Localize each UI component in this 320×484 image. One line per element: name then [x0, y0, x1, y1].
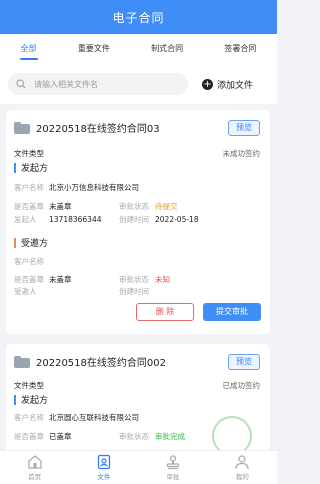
search-placeholder: 请输入相关文件名: [34, 79, 98, 89]
section-label: 发起方: [21, 164, 49, 174]
approval-value: 审批完成: [155, 432, 185, 441]
contract-card[interactable]: 20220518在线签约合同002 预览 文件类型 已成功签约 发起方 客户名称…: [6, 344, 270, 454]
card-header: 20220518在线签约合同03: [14, 120, 160, 135]
stamp-label: 是否盖章: [14, 275, 44, 284]
approval-value: 未知: [155, 275, 170, 284]
recipient-customer-row: 客户名称: [14, 256, 262, 267]
nav-home[interactable]: 首页: [10, 454, 60, 481]
tab-bar: 全部 重要文件 制式合同 签署合同: [0, 34, 277, 64]
file-type-label: 文件类型: [14, 149, 44, 158]
tab-standard-contracts[interactable]: 制式合同: [147, 34, 187, 64]
approval-value: 待提交: [155, 202, 178, 211]
stamp-value: 未盖章: [49, 202, 72, 211]
initiator-section-title: 发起方: [14, 161, 48, 174]
user-icon: [235, 455, 249, 470]
tab-all[interactable]: 全部: [17, 34, 41, 64]
search-bar: 请输入相关文件名 + 添加文件: [0, 64, 277, 104]
tab-signed-contracts[interactable]: 签署合同: [220, 34, 260, 64]
page-title: 电子合同: [112, 10, 165, 25]
recipient-invitee-row: 受邀人 创建时间: [14, 286, 262, 297]
initiator-row: 发起人 13718366344 创建时间 2022-05-18: [14, 214, 262, 225]
customer-label: 客户名称: [14, 257, 44, 266]
folder-icon: [14, 121, 30, 134]
section-marker: [14, 162, 16, 173]
home-icon: [28, 455, 42, 469]
approved-stamp-icon: [212, 416, 252, 454]
nav-label: 首页: [28, 473, 42, 481]
initiator-label: 发起人: [14, 215, 37, 224]
recipient-section-title: 受邀方: [14, 236, 48, 249]
customer-name: 北京圆心互联科技有限公司: [49, 413, 139, 422]
nav-files[interactable]: 文件: [79, 454, 129, 481]
nav-label: 文件: [97, 473, 111, 481]
preview-button[interactable]: 预览: [228, 354, 260, 370]
created-value: 2022-05-18: [155, 215, 199, 224]
nav-label: 我的: [235, 473, 249, 481]
stamp-value: 已盖章: [49, 432, 72, 441]
customer-label: 客户名称: [14, 183, 44, 192]
customer-label: 客户名称: [14, 413, 44, 422]
created-label: 创建时间: [119, 287, 149, 296]
add-file-button[interactable]: + 添加文件: [202, 78, 253, 91]
approval-label: 审批状态: [119, 202, 149, 211]
recipient-stamp-row: 是否盖章 未盖章 审批状态 未知: [14, 274, 262, 285]
customer-row: 客户名称 北京小万信息科技有限公司: [14, 182, 262, 193]
stamp-icon: [167, 455, 180, 470]
customer-name: 北京小万信息科技有限公司: [49, 183, 139, 192]
tab-important[interactable]: 重要文件: [74, 34, 114, 64]
approval-label: 审批状态: [119, 432, 149, 441]
preview-button[interactable]: 预览: [228, 120, 260, 136]
bottom-nav: 首页 文件 审批 我的: [0, 450, 277, 484]
initiator-phone: 13718366344: [49, 215, 102, 224]
stamp-label: 是否盖章: [14, 202, 44, 211]
invitee-label: 受邀人: [14, 287, 37, 296]
approval-label: 审批状态: [119, 275, 149, 284]
sign-status: 已成功签约: [222, 381, 261, 390]
stamp-label: 是否盖章: [14, 432, 44, 441]
add-file-label: 添加文件: [217, 80, 254, 91]
initiator-section-title: 发起方: [14, 393, 48, 406]
stamp-approval-row: 是否盖章 未盖章 审批状态 待提交: [14, 201, 262, 212]
plus-icon: +: [202, 78, 213, 90]
sign-status: 未成功签约: [222, 149, 261, 158]
nav-label: 审批: [166, 473, 180, 481]
created-label: 创建时间: [119, 215, 149, 224]
submit-approval-button[interactable]: 提交审批: [203, 303, 261, 321]
contract-card[interactable]: 20220518在线签约合同03 预览 文件类型 未成功签约 发起方 客户名称 …: [6, 110, 270, 334]
folder-icon: [14, 355, 30, 368]
section-marker: [14, 394, 16, 405]
section-label: 受邀方: [21, 239, 49, 249]
file-type-label: 文件类型: [14, 381, 44, 390]
section-marker: [14, 237, 16, 248]
stamp-value: 未盖章: [49, 275, 72, 284]
file-icon: [97, 454, 111, 470]
delete-button[interactable]: 删 除: [136, 303, 194, 321]
card-header: 20220518在线签约合同002: [14, 354, 166, 369]
contract-title: 20220518在线签约合同03: [36, 124, 160, 135]
nav-profile[interactable]: 我的: [217, 454, 267, 481]
nav-approval[interactable]: 审批: [148, 454, 198, 481]
search-input[interactable]: 请输入相关文件名: [8, 73, 188, 95]
app-title-bar: 电子合同: [0, 0, 277, 34]
contract-title: 20220518在线签约合同002: [36, 358, 166, 369]
section-label: 发起方: [21, 396, 49, 406]
search-icon: [16, 79, 26, 89]
